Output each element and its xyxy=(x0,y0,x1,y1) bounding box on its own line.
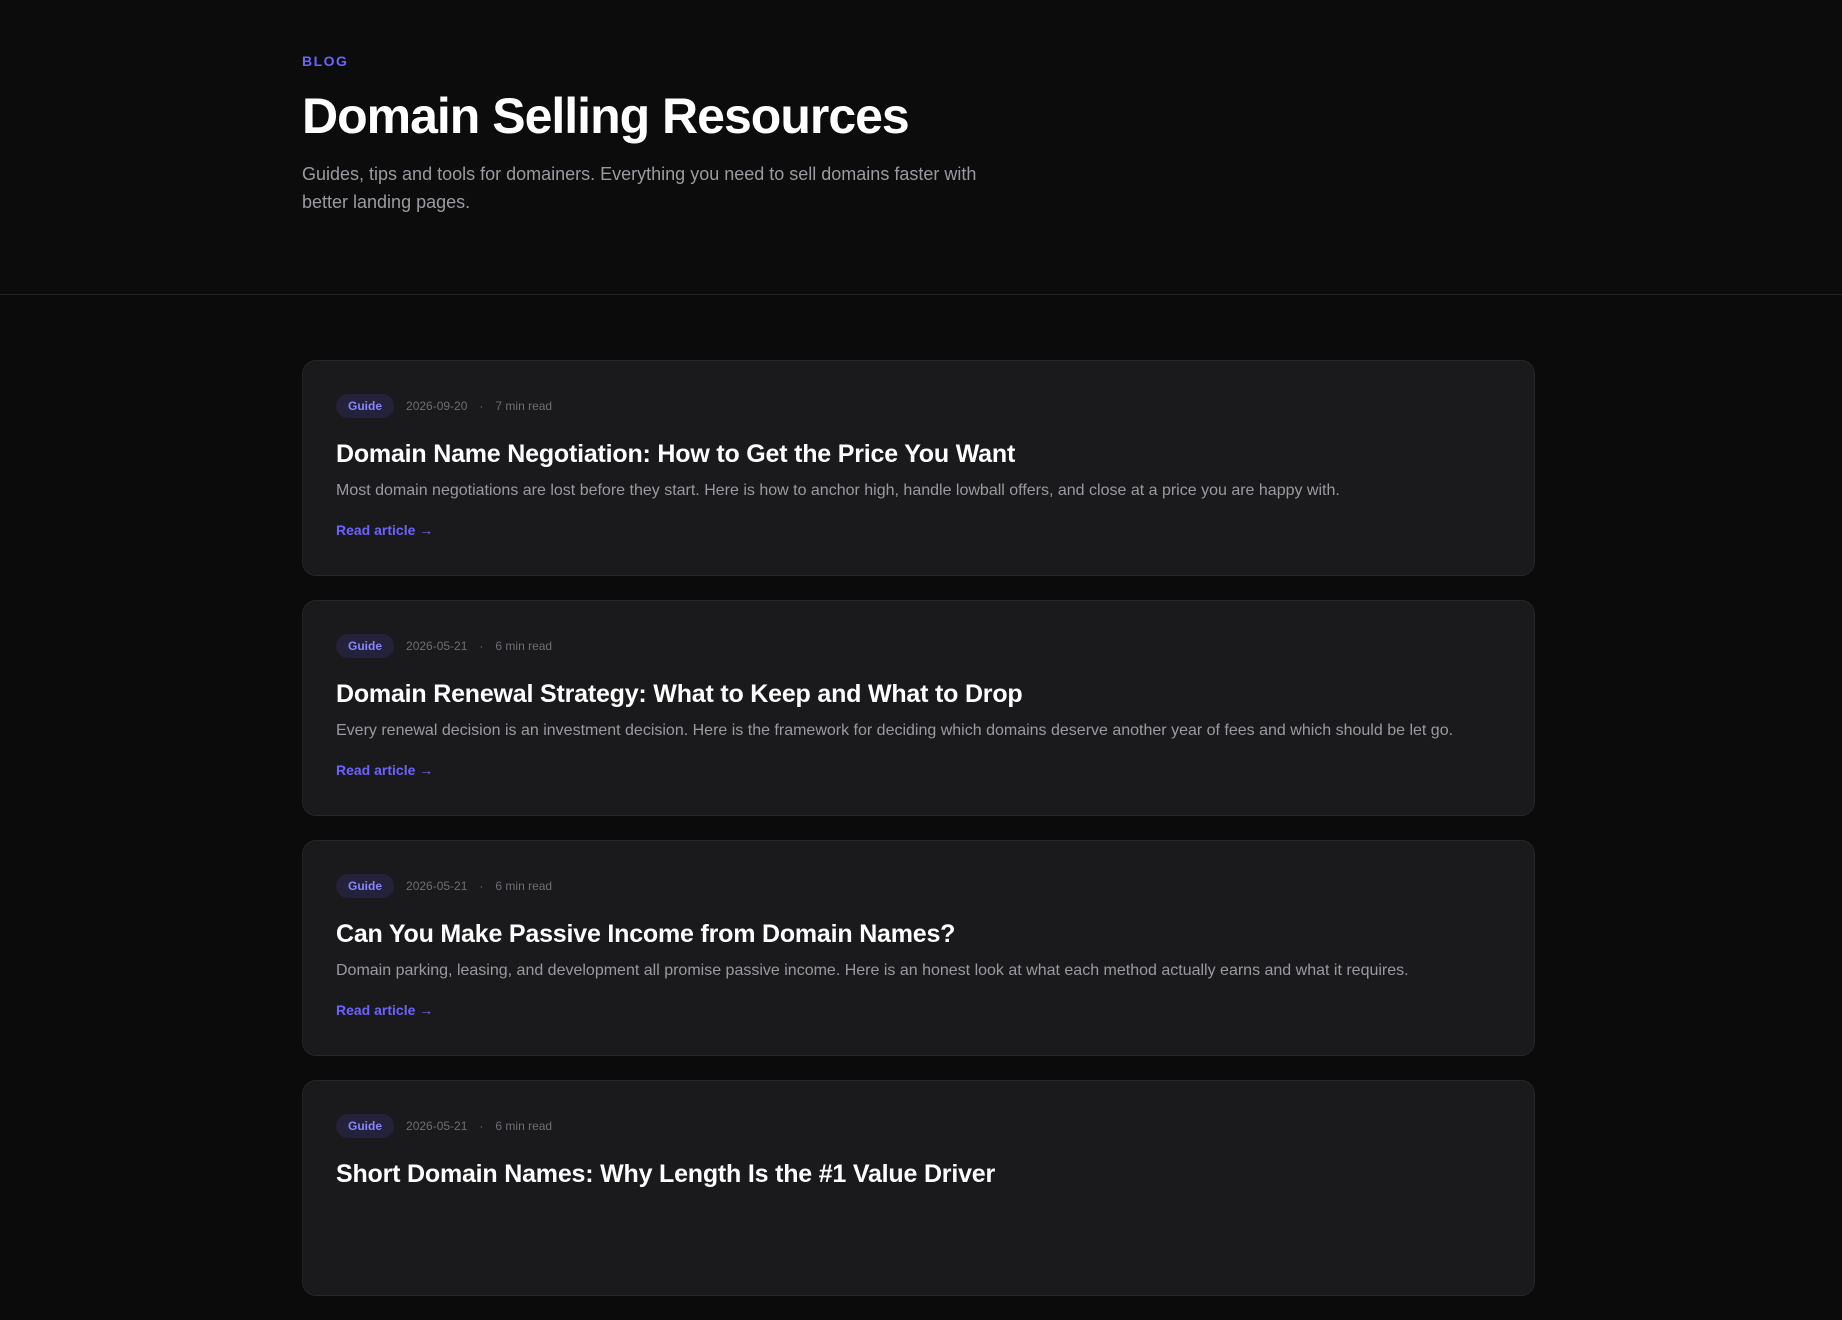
category-badge: Guide xyxy=(336,634,395,658)
article-date: 2026-05-21 xyxy=(406,1119,468,1133)
article-card[interactable]: Guide 2026-05-21 · 6 min read Short Doma… xyxy=(302,1080,1535,1296)
article-title[interactable]: Short Domain Names: Why Length Is the #1… xyxy=(336,1158,1502,1190)
read-time: 6 min read xyxy=(495,639,553,653)
meta-separator: · xyxy=(479,879,484,893)
read-time: 7 min read xyxy=(495,399,553,413)
article-card[interactable]: Guide 2026-09-20 · 7 min read Domain Nam… xyxy=(302,360,1535,576)
article-card[interactable]: Guide 2026-05-21 · 6 min read Can You Ma… xyxy=(302,840,1535,1056)
category-badge: Guide xyxy=(336,394,395,418)
page-title: Domain Selling Resources xyxy=(302,88,910,144)
article-meta: Guide 2026-09-20 · 7 min read xyxy=(336,394,1502,418)
article-excerpt: Most domain negotiations are lost before… xyxy=(336,482,1340,499)
read-article-link[interactable]: Read article → xyxy=(336,1000,433,1020)
article-date: 2026-05-21 xyxy=(406,639,468,653)
page-header: BLOG Domain Selling Resources Guides, ti… xyxy=(0,0,1842,295)
article-title[interactable]: Domain Name Negotiation: How to Get the … xyxy=(336,438,1502,470)
category-badge: Guide xyxy=(336,874,395,898)
article-meta: Guide 2026-05-21 · 6 min read xyxy=(336,634,1502,658)
meta-separator: · xyxy=(479,399,484,413)
article-date: 2026-05-21 xyxy=(406,879,468,893)
article-title[interactable]: Can You Make Passive Income from Domain … xyxy=(336,918,1502,950)
article-meta: Guide 2026-05-21 · 6 min read xyxy=(336,874,1502,898)
article-excerpt: Every renewal decision is an investment … xyxy=(336,722,1454,739)
read-time: 6 min read xyxy=(495,879,553,893)
article-list: Guide 2026-09-20 · 7 min read Domain Nam… xyxy=(302,360,1535,1320)
read-article-link[interactable]: Read article → xyxy=(336,760,433,780)
article-date: 2026-09-20 xyxy=(406,399,468,413)
read-article-link[interactable]: Read article → xyxy=(336,520,433,540)
category-badge: Guide xyxy=(336,1114,395,1138)
meta-separator: · xyxy=(479,639,484,653)
hero-content: BLOG Domain Selling Resources Guides, ti… xyxy=(302,52,1202,216)
article-excerpt: Domain parking, leasing, and development… xyxy=(336,962,1409,979)
section-eyebrow: BLOG xyxy=(302,53,349,69)
read-time: 6 min read xyxy=(495,1119,553,1133)
article-meta: Guide 2026-05-21 · 6 min read xyxy=(336,1114,1502,1138)
article-title[interactable]: Domain Renewal Strategy: What to Keep an… xyxy=(336,678,1502,710)
meta-separator: · xyxy=(479,1119,484,1133)
article-card[interactable]: Guide 2026-05-21 · 6 min read Domain Ren… xyxy=(302,600,1535,816)
page-subtitle: Guides, tips and tools for domainers. Ev… xyxy=(302,164,977,212)
